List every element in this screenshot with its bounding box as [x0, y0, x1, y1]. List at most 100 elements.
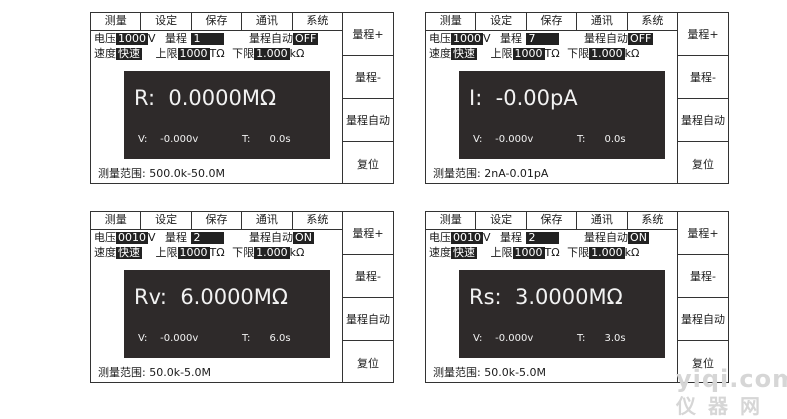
auto-range-value[interactable]: OFF: [293, 33, 319, 45]
settings-row-2: 速度 快速 上限 1000 TΩ 下限 1.000 kΩ: [429, 247, 639, 259]
main-reading: R: 0.0000MΩ: [134, 86, 276, 110]
settings-row-1: 电压 1000 V 量程 1 量程自动 OFF: [94, 32, 319, 45]
side-button-2[interactable]: 量程自动: [343, 99, 393, 142]
range-label-text: 测量范围:: [433, 366, 481, 379]
auto-range-label: 量程自动: [584, 32, 629, 45]
range-text: 50.0k-5.0M: [149, 366, 212, 379]
range-label: 量程: [165, 231, 188, 244]
voltage-unit: V: [483, 32, 491, 45]
side-button-3[interactable]: 复位: [678, 142, 728, 186]
v-value: -0.000v: [160, 333, 199, 344]
voltage-value[interactable]: 1000: [116, 33, 148, 45]
range-value[interactable]: 7: [525, 33, 559, 45]
side-button-1[interactable]: 量程-: [678, 56, 728, 99]
auto-range-value[interactable]: OFF: [628, 33, 654, 45]
tab-3[interactable]: 通讯: [576, 13, 628, 30]
tab-bar: 测量 设定 保存 通讯 系统: [91, 212, 344, 230]
time-readout: T: 3.0s: [577, 333, 626, 344]
upper-value[interactable]: 1000: [177, 48, 210, 60]
tab-1[interactable]: 设定: [140, 13, 192, 30]
watermark-text: yiqi.com: [676, 365, 787, 393]
tab-2[interactable]: 保存: [190, 13, 243, 30]
voltage-value[interactable]: 0010: [116, 232, 148, 244]
t-value: 0.0s: [269, 134, 291, 145]
range-label: 量程: [500, 231, 523, 244]
mode-label: I:: [469, 86, 483, 110]
range-value[interactable]: 2: [190, 232, 224, 244]
range-value[interactable]: 1: [190, 33, 224, 45]
upper-value[interactable]: 1000: [177, 247, 210, 259]
voltage-unit: V: [483, 231, 491, 244]
tab-4[interactable]: 系统: [626, 212, 679, 229]
tab-bar: 测量 设定 保存 通讯 系统: [426, 212, 679, 230]
v-label: V:: [138, 134, 148, 145]
lower-value[interactable]: 1.000: [589, 247, 625, 259]
speed-label: 速度: [429, 246, 451, 259]
reading-value: -0.00pA: [495, 86, 578, 110]
side-button-3[interactable]: 复位: [343, 341, 393, 385]
lower-label: 下限: [232, 47, 255, 60]
voltage-value[interactable]: 1000: [451, 33, 483, 45]
side-button-0[interactable]: 量程+: [678, 13, 728, 56]
side-button-2[interactable]: 量程自动: [343, 298, 393, 341]
voltage-label: 电压: [94, 32, 116, 45]
tab-3[interactable]: 通讯: [241, 13, 293, 30]
tab-0[interactable]: 测量: [91, 212, 142, 229]
speed-value[interactable]: 快速: [451, 247, 477, 259]
tab-1[interactable]: 设定: [140, 212, 192, 229]
tab-4[interactable]: 系统: [291, 212, 344, 229]
tab-1[interactable]: 设定: [475, 212, 527, 229]
upper-value[interactable]: 1000: [512, 48, 545, 60]
side-button-bar: 量程+ 量程- 量程自动 复位: [677, 13, 728, 183]
side-button-1[interactable]: 量程-: [678, 255, 728, 298]
lower-value[interactable]: 1.000: [254, 48, 290, 60]
lower-value[interactable]: 1.000: [254, 247, 290, 259]
instrument-panel-0: 测量 设定 保存 通讯 系统 量程+ 量程- 量程自动 复位 电压 1000 V 量程 1 量程自动…: [90, 12, 394, 184]
side-button-3[interactable]: 复位: [343, 142, 393, 186]
voltage-value[interactable]: 0010: [451, 232, 483, 244]
tab-1[interactable]: 设定: [475, 13, 527, 30]
range-label: 量程: [165, 32, 188, 45]
time-readout: T: 6.0s: [242, 333, 291, 344]
speed-value[interactable]: 快速: [116, 48, 142, 60]
tab-0[interactable]: 测量: [426, 13, 477, 30]
auto-range-value[interactable]: ON: [628, 232, 649, 244]
voltage-label: 电压: [429, 231, 451, 244]
range-label-text: 测量范围:: [433, 167, 481, 180]
lower-value[interactable]: 1.000: [589, 48, 625, 60]
upper-label: 上限: [155, 47, 178, 60]
side-button-0[interactable]: 量程+: [343, 212, 393, 255]
auto-range-value[interactable]: ON: [293, 232, 314, 244]
tab-3[interactable]: 通讯: [241, 212, 293, 229]
range-value[interactable]: 2: [525, 232, 559, 244]
voltage-readout: V: -0.000v: [138, 134, 198, 145]
reading-value: 0.0000MΩ: [168, 86, 277, 110]
t-value: 3.0s: [604, 333, 626, 344]
tab-2[interactable]: 保存: [525, 13, 578, 30]
speed-value[interactable]: 快速: [116, 247, 142, 259]
side-button-1[interactable]: 量程-: [343, 56, 393, 99]
side-button-0[interactable]: 量程+: [678, 212, 728, 255]
tab-4[interactable]: 系统: [626, 13, 679, 30]
tab-3[interactable]: 通讯: [576, 212, 628, 229]
voltage-readout: V: -0.000v: [138, 333, 198, 344]
main-reading: Rv: 6.0000MΩ: [134, 285, 288, 309]
side-button-2[interactable]: 量程自动: [678, 99, 728, 142]
upper-value[interactable]: 1000: [512, 247, 545, 259]
range-label-text: 测量范围:: [98, 366, 146, 379]
side-button-1[interactable]: 量程-: [343, 255, 393, 298]
upper-unit: TΩ: [544, 47, 560, 60]
tab-4[interactable]: 系统: [291, 13, 344, 30]
main-reading: Rs: 3.0000MΩ: [469, 285, 623, 309]
measurement-range: 测量范围: 2nA-0.01pA: [433, 165, 548, 181]
speed-value[interactable]: 快速: [451, 48, 477, 60]
measurement-display: Rs: 3.0000MΩ V: -0.000v T: 3.0s: [459, 270, 665, 358]
tab-0[interactable]: 测量: [426, 212, 477, 229]
tab-2[interactable]: 保存: [190, 212, 243, 229]
tab-0[interactable]: 测量: [91, 13, 142, 30]
tab-2[interactable]: 保存: [525, 212, 578, 229]
side-button-2[interactable]: 量程自动: [678, 298, 728, 341]
side-button-0[interactable]: 量程+: [343, 13, 393, 56]
t-value: 6.0s: [269, 333, 291, 344]
t-label: T:: [577, 333, 586, 344]
